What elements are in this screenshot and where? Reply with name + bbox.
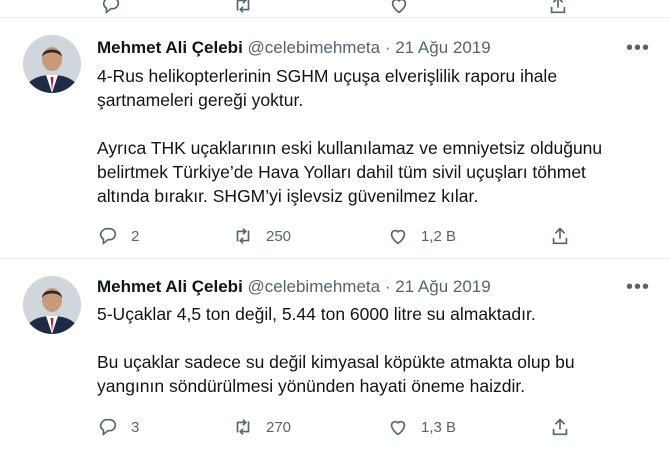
tweet-line: şartnameleri gereği yoktur. [97, 90, 304, 110]
like-button[interactable]: 1,3 B [387, 414, 456, 440]
tweet-header: Mehmet Ali Çelebi @celebimehmeta · 21 Ağ… [97, 276, 491, 298]
avatar[interactable] [23, 35, 81, 93]
share-icon [552, 418, 568, 436]
share-button[interactable] [549, 414, 571, 440]
like-icon [390, 229, 406, 245]
tweet-header: Mehmet Ali Çelebi @celebimehmeta · 21 Ağ… [97, 37, 491, 59]
retweet-icon [236, 419, 250, 435]
tweet-text: 4-Rus helikopterlerinin SGHM uçuşa elver… [97, 64, 657, 208]
author-name[interactable]: Mehmet Ali Çelebi [97, 277, 243, 296]
like-icon [390, 420, 406, 436]
tweet-actions: 3 270 1,3 B [97, 414, 577, 440]
more-options-icon[interactable]: ••• [626, 276, 650, 298]
retweet-button[interactable]: 250 [232, 223, 291, 249]
tweet-date[interactable]: 21 Ağu 2019 [395, 38, 490, 57]
reply-button[interactable]: 2 [97, 223, 139, 249]
more-options-icon[interactable]: ••• [626, 37, 650, 59]
share-icon [552, 227, 568, 245]
separator: · [384, 38, 391, 57]
author-handle[interactable]: @celebimehmeta [248, 38, 381, 57]
tweet-line: 4-Rus helikopterlerinin SGHM uçuşa elver… [97, 66, 558, 86]
like-button[interactable]: 1,2 B [387, 223, 456, 249]
author-handle[interactable]: @celebimehmeta [248, 277, 381, 296]
like-count: 1,2 B [421, 227, 457, 245]
tweet-line: Bu uçaklar sadece su değil kimyasal köpü… [97, 352, 575, 372]
reply-count: 2 [131, 227, 140, 245]
author-name[interactable]: Mehmet Ali Çelebi [97, 38, 243, 57]
tweet-line: altında bırakır. SHGM’yi işlevsiz güveni… [97, 186, 479, 206]
retweet-count: 250 [266, 227, 292, 245]
like-count: 1,3 B [421, 418, 457, 436]
tweet-line: yangının söndürülmesi yönünden hayati ön… [97, 376, 526, 396]
tweet[interactable]: Mehmet Ali Çelebi @celebimehmeta · 21 Ağ… [0, 18, 670, 258]
share-button[interactable] [549, 223, 571, 249]
avatar[interactable] [23, 276, 81, 334]
reply-button[interactable]: 3 [97, 414, 139, 440]
tweet-actions: 2 250 1,2 B [97, 223, 577, 249]
retweet-count: 270 [266, 418, 292, 436]
tweet-text: 5-Uçaklar 4,5 ton değil, 5.44 ton 6000 l… [97, 302, 657, 398]
retweet-button[interactable]: 270 [232, 414, 291, 440]
retweet-icon [236, 228, 250, 244]
tweet-date[interactable]: 21 Ağu 2019 [395, 277, 490, 296]
tweet-line: belirtmek Türkiye’de Hava Yolları dahil … [97, 162, 586, 182]
previous-tweet-actions [0, 0, 670, 18]
reply-icon [99, 418, 117, 437]
separator: · [384, 277, 391, 296]
tweet-line: Ayrıca THK uçaklarının eski kullanılamaz… [97, 138, 603, 158]
tweet-line: 5-Uçaklar 4,5 ton değil, 5.44 ton 6000 l… [97, 304, 536, 324]
reply-count: 3 [131, 418, 140, 436]
tweet[interactable]: Mehmet Ali Çelebi @celebimehmeta · 21 Ağ… [0, 259, 670, 460]
reply-icon [99, 227, 117, 246]
